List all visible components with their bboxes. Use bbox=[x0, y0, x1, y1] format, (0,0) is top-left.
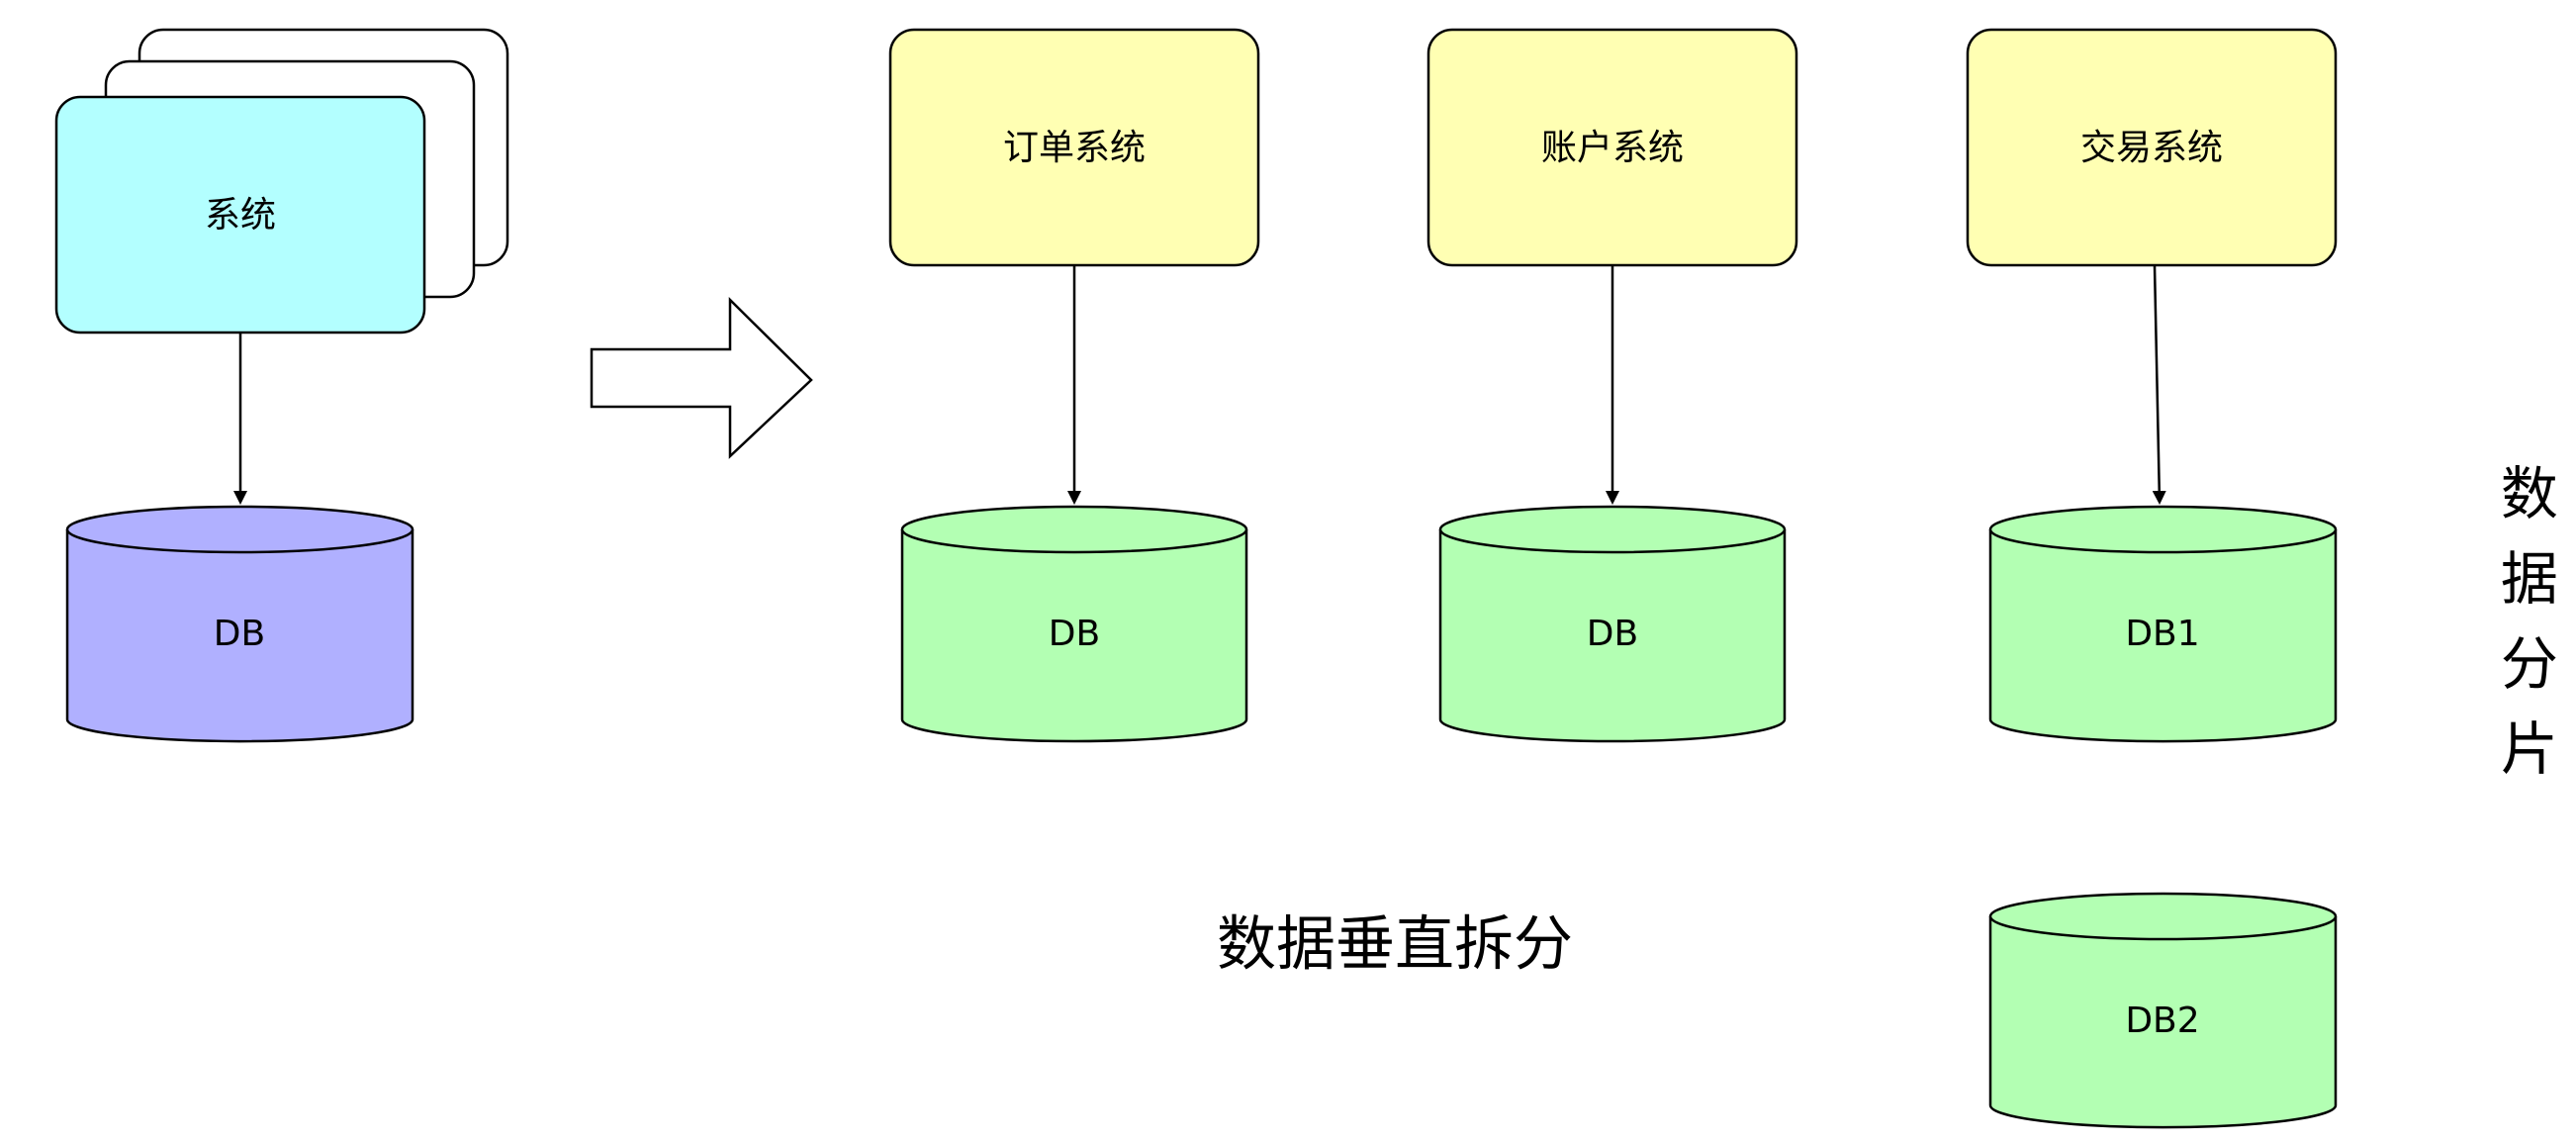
left-system-stack: 系统 bbox=[54, 28, 509, 334]
trade-db2-cylinder: DB2 bbox=[1988, 892, 2338, 1129]
left-db-cylinder: DB bbox=[65, 505, 414, 743]
vertical-split-caption: 数据垂直拆分 bbox=[1217, 910, 1573, 980]
order-db-cylinder: DB bbox=[900, 505, 1248, 743]
trade-system-to-db1-arrow bbox=[2152, 264, 2166, 505]
trade-db2-label: DB2 bbox=[2125, 1001, 2199, 1041]
account-system-label: 账户系统 bbox=[1541, 128, 1684, 168]
diagram-canvas: 系统 DB 订单系统 账户系统 交易系统 DB DB DB1 DB2 数据垂直拆… bbox=[54, 28, 2558, 1129]
trade-db1-label: DB1 bbox=[2125, 614, 2199, 654]
account-system-box: 账户系统 bbox=[1426, 28, 1798, 267]
order-db-label: DB bbox=[1049, 614, 1100, 654]
trade-system-box: 交易系统 bbox=[1966, 28, 2338, 267]
account-db-cylinder: DB bbox=[1438, 505, 1787, 743]
order-system-box: 订单系统 bbox=[888, 28, 1260, 267]
sharding-caption: 数据分片 bbox=[2491, 463, 2558, 804]
account-db-label: DB bbox=[1587, 614, 1638, 654]
left-system-label: 系统 bbox=[205, 195, 276, 236]
order-system-label: 订单系统 bbox=[1003, 128, 1146, 168]
transform-arrow bbox=[590, 297, 813, 459]
trade-system-label: 交易系统 bbox=[2080, 128, 2223, 168]
left-db-label: DB bbox=[214, 614, 265, 654]
trade-db1-cylinder: DB1 bbox=[1988, 505, 2338, 743]
